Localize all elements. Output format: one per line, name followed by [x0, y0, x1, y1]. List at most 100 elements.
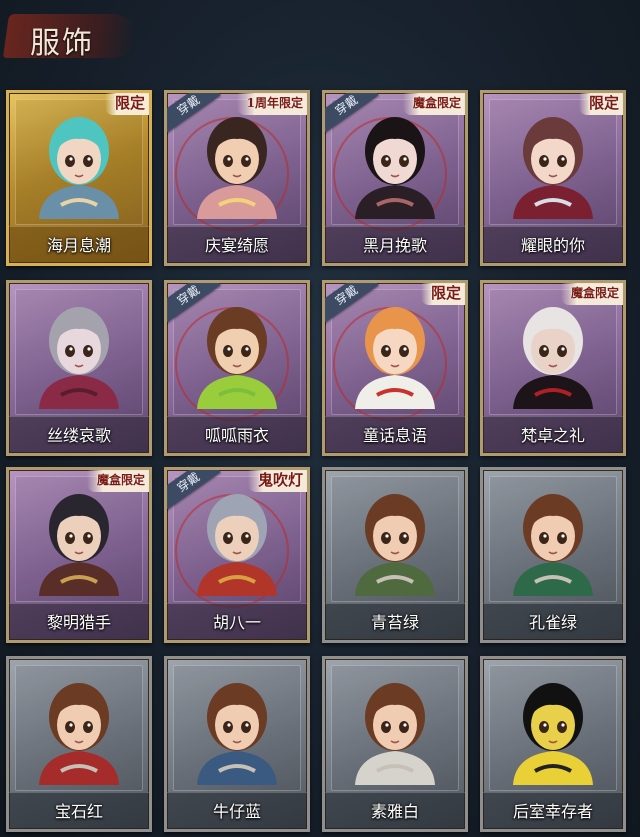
costume-card[interactable]: 孔雀绿 — [480, 467, 626, 643]
portrait-right-eye — [241, 345, 251, 357]
portrait-left-eye-highlight — [227, 347, 231, 351]
portrait-right-eye — [399, 155, 409, 167]
character-portrait — [197, 307, 277, 409]
portrait-left-eye — [223, 532, 233, 544]
portrait-right-eye — [557, 721, 567, 733]
costume-card[interactable]: 梵卓之礼 魔盒限定 — [480, 280, 626, 456]
portrait-left-eye-highlight — [69, 157, 73, 161]
limited-tag: 魔盒限定 — [86, 470, 149, 492]
costume-card[interactable]: 童话息语 穿戴 限定 — [322, 280, 468, 456]
portrait-right-eye-highlight — [245, 157, 249, 161]
costume-name: 耀眼的你 — [520, 236, 585, 255]
costume-name: 庆宴绮愿 — [204, 236, 269, 255]
costume-name: 童话息语 — [362, 426, 427, 445]
portrait-right-eye-highlight — [561, 347, 565, 351]
portrait-left-eye — [65, 532, 75, 544]
portrait-left-eye-highlight — [385, 157, 389, 161]
limited-tag: 1周年限定 — [236, 93, 307, 115]
portrait-right-eye-highlight — [561, 534, 565, 538]
portrait-right-eye — [83, 155, 93, 167]
portrait-left-eye — [381, 532, 391, 544]
portrait-right-eye — [241, 721, 251, 733]
character-portrait — [513, 117, 593, 219]
costume-name: 后室幸存者 — [512, 802, 593, 821]
portrait-right-eye — [241, 155, 251, 167]
character-portrait — [197, 494, 277, 596]
costume-card[interactable]: 黎明猎手 魔盒限定 — [6, 467, 152, 643]
character-portrait — [39, 307, 119, 409]
portrait-right-eye-highlight — [245, 534, 249, 538]
character-portrait — [39, 494, 119, 596]
limited-tag: 魔盒限定 — [560, 283, 623, 305]
portrait-left-eye-highlight — [543, 157, 547, 161]
costume-name: 黎明猎手 — [46, 613, 111, 632]
costume-name: 宝石红 — [54, 802, 103, 821]
costume-card[interactable]: 海月息潮 限定 — [6, 90, 152, 266]
costume-name: 海月息潮 — [46, 236, 111, 255]
portrait-right-eye — [399, 721, 409, 733]
portrait-left-eye-highlight — [69, 534, 73, 538]
limited-tag: 鬼吹灯 — [247, 470, 307, 492]
portrait-left-eye-highlight — [543, 723, 547, 727]
character-portrait — [355, 494, 435, 596]
portrait-left-eye — [65, 721, 75, 733]
portrait-right-eye-highlight — [561, 157, 565, 161]
portrait-right-eye-highlight — [403, 534, 407, 538]
costume-card[interactable]: 呱呱雨衣 穿戴 — [164, 280, 310, 456]
character-portrait — [39, 683, 119, 785]
costume-card[interactable]: 牛仔蓝 — [164, 656, 310, 832]
limited-tag: 限定 — [104, 93, 149, 115]
costume-name: 黑月挽歌 — [362, 236, 427, 255]
portrait-left-eye-highlight — [385, 723, 389, 727]
portrait-right-eye-highlight — [245, 723, 249, 727]
portrait-right-eye — [241, 532, 251, 544]
costume-card[interactable]: 素雅白 — [322, 656, 468, 832]
costume-name: 呱呱雨衣 — [204, 426, 269, 445]
portrait-left-eye-highlight — [385, 534, 389, 538]
portrait-left-eye — [65, 345, 75, 357]
costume-name: 胡八一 — [212, 613, 261, 632]
costume-card[interactable]: 丝缕哀歌 — [6, 280, 152, 456]
costume-name: 梵卓之礼 — [520, 426, 585, 445]
portrait-right-eye-highlight — [245, 347, 249, 351]
portrait-left-eye-highlight — [227, 723, 231, 727]
costume-card[interactable]: 宝石红 — [6, 656, 152, 832]
portrait-right-eye-highlight — [87, 723, 91, 727]
costume-card[interactable]: 耀眼的你 限定 — [480, 90, 626, 266]
portrait-left-eye — [381, 721, 391, 733]
portrait-right-eye — [83, 532, 93, 544]
portrait-right-eye — [399, 345, 409, 357]
limited-tag: 魔盒限定 — [402, 93, 465, 115]
portrait-right-eye-highlight — [403, 723, 407, 727]
costume-card[interactable]: 后室幸存者 — [480, 656, 626, 832]
costume-name: 青苔绿 — [370, 613, 419, 632]
character-portrait — [513, 494, 593, 596]
costume-name: 丝缕哀歌 — [46, 426, 111, 445]
portrait-left-eye-highlight — [543, 534, 547, 538]
character-portrait — [355, 683, 435, 785]
portrait-left-eye — [223, 155, 233, 167]
costume-card[interactable]: 黑月挽歌 穿戴 魔盒限定 — [322, 90, 468, 266]
character-portrait — [197, 117, 277, 219]
portrait-left-eye-highlight — [543, 347, 547, 351]
portrait-right-eye — [557, 532, 567, 544]
character-portrait — [39, 117, 119, 219]
portrait-left-eye — [223, 721, 233, 733]
portrait-right-eye-highlight — [403, 157, 407, 161]
portrait-left-eye-highlight — [227, 534, 231, 538]
portrait-left-eye-highlight — [69, 723, 73, 727]
costume-name: 素雅白 — [370, 802, 419, 821]
portrait-right-eye — [399, 532, 409, 544]
costume-card[interactable]: 庆宴绮愿 穿戴 1周年限定 — [164, 90, 310, 266]
header: 服饰 — [0, 0, 640, 84]
costume-card[interactable]: 胡八一 穿戴 鬼吹灯 — [164, 467, 310, 643]
portrait-right-eye — [557, 345, 567, 357]
limited-tag: 限定 — [420, 283, 465, 305]
character-portrait — [513, 683, 593, 785]
portrait-right-eye-highlight — [403, 347, 407, 351]
portrait-right-eye-highlight — [561, 723, 565, 727]
page-title: 服饰 — [30, 26, 94, 61]
portrait-left-eye — [65, 155, 75, 167]
costume-card[interactable]: 青苔绿 — [322, 467, 468, 643]
portrait-left-eye — [539, 155, 549, 167]
